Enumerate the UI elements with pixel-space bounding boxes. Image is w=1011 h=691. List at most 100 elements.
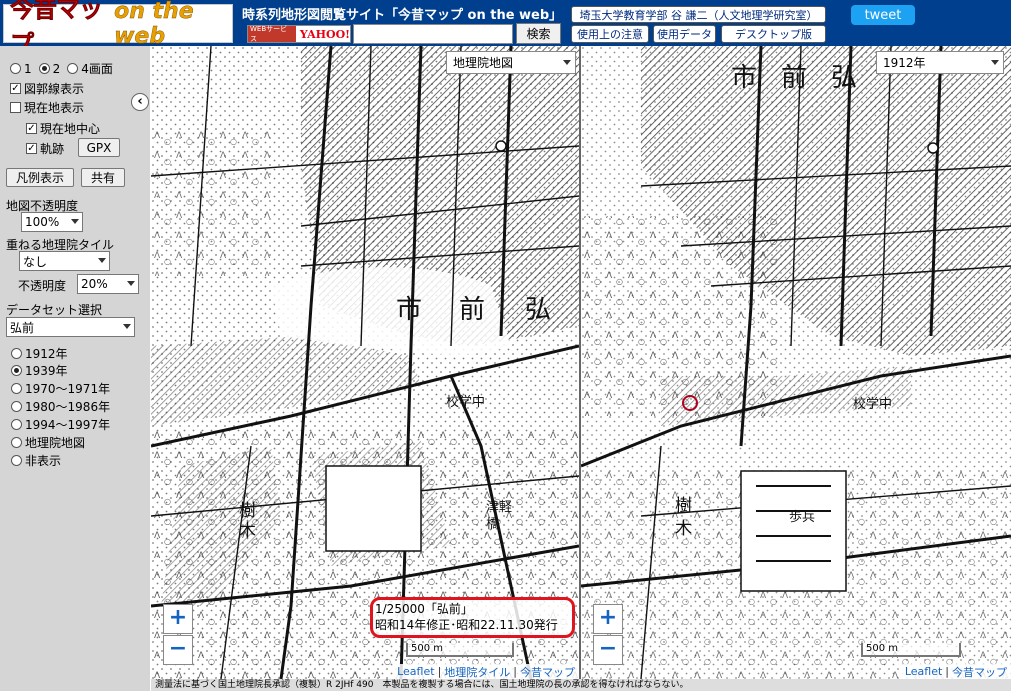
attribution-link[interactable]: Leaflet [397, 665, 434, 678]
overlay-opacity-select[interactable]: 20% [77, 274, 139, 294]
overlay-opacity-value: 20% [81, 277, 108, 291]
checkbox-checked-icon[interactable]: ✓ [10, 83, 21, 94]
yahoo-badge-prefix: WEBサービス [248, 25, 296, 43]
sidebar: ‹ 1 2 4画面 ✓ 図郭線表示 現在地表示 ✓ 現在地中心 ✓ 軌跡 GPX… [0, 46, 150, 691]
map-label: 木 [239, 521, 256, 541]
map-label: 校学中 [446, 394, 485, 410]
map-label: 市 [731, 63, 757, 93]
map-label: 樹 [239, 501, 256, 521]
desktop-version-button[interactable]: デスクトップ版 [721, 25, 826, 43]
tweet-button[interactable]: tweet [851, 5, 915, 25]
period-label: 地理院地図 [25, 436, 86, 450]
center-current-toggle[interactable]: ✓ 現在地中心 [26, 120, 100, 137]
attribution-separator: | [945, 665, 949, 678]
right-layer-value: 1912年 [883, 56, 926, 70]
current-location-label: 現在地表示 [24, 101, 85, 115]
attribution-link[interactable]: 地理院タイル [444, 664, 510, 680]
center-current-label: 現在地中心 [40, 122, 101, 136]
yahoo-badge-label: YAHOO! [299, 27, 350, 41]
period-option[interactable]: 1970～1971年 [11, 380, 110, 397]
attribution-separator: | [513, 665, 517, 678]
radio-selected-icon[interactable] [38, 63, 50, 74]
search-button[interactable]: 検索 [516, 23, 561, 44]
map-attribution: Leaflet | 地理院タイル | 今昔マップ [393, 664, 579, 679]
period-label: 1994～1997年 [25, 418, 111, 432]
checkbox-checked-icon[interactable]: ✓ [26, 143, 37, 154]
period-option[interactable]: 非表示 [11, 452, 61, 469]
map-label: 樹 [675, 496, 692, 516]
dataset-select[interactable]: 弘前 [6, 317, 135, 337]
map-label: 弘 [525, 295, 551, 325]
site-logo[interactable]: 今昔マップ on the web [3, 0, 233, 58]
chevron-down-icon [98, 258, 106, 263]
collapse-sidebar-icon[interactable]: ‹ [131, 93, 149, 111]
attribution-link[interactable]: 今昔マップ [520, 664, 575, 680]
chevron-down-icon [71, 219, 79, 224]
period-label: 1912年 [25, 347, 68, 361]
period-option[interactable]: 1912年 [11, 345, 68, 362]
map-attribution: Leaflet | 今昔マップ [900, 664, 1011, 680]
screen-mode-2-label: 2 [52, 61, 61, 76]
left-layer-select[interactable]: 地理院地図 [446, 51, 576, 74]
radio-icon[interactable] [10, 63, 21, 74]
overlay-opacity-label: 不透明度 [18, 279, 67, 293]
radio-icon[interactable] [11, 348, 22, 359]
radio-icon[interactable] [11, 437, 22, 448]
map-right-pane[interactable]: ᐱ ○ 市 前 弘 樹 木 校学 [581, 46, 1011, 679]
screen-mode-4-label: 4画面 [81, 62, 113, 76]
radio-icon[interactable] [11, 419, 22, 430]
overlay-select[interactable]: なし [19, 251, 110, 271]
grid-lines-toggle[interactable]: ✓ 図郭線表示 [10, 80, 84, 97]
track-toggle[interactable]: ✓ 軌跡 [26, 140, 64, 157]
opacity-select[interactable]: 100% [21, 212, 83, 232]
checkbox-icon[interactable] [10, 102, 21, 113]
share-button[interactable]: 共有 [81, 168, 125, 187]
info-highlight-outline [370, 597, 575, 638]
period-label: 非表示 [25, 454, 62, 468]
search-input[interactable] [353, 24, 513, 44]
period-option[interactable]: 1994～1997年 [11, 416, 110, 433]
data-used-button[interactable]: 使用データ [653, 25, 716, 43]
track-label: 軌跡 [40, 142, 65, 156]
period-label: 1980～1986年 [25, 400, 111, 414]
zoom-out-button[interactable]: − [593, 635, 623, 665]
yahoo-web-service-badge[interactable]: WEBサービス YAHOO! [247, 25, 351, 43]
period-option[interactable]: 1980～1986年 [11, 398, 110, 415]
map-label: 木 [675, 519, 692, 539]
attribution-link[interactable]: 今昔マップ [952, 664, 1007, 680]
old-map-1912-image: ᐱ ○ 市 前 弘 樹 木 校学 [581, 46, 1011, 679]
screen-mode-4[interactable]: 4画面 [67, 60, 113, 77]
period-option[interactable]: 1939年 [11, 362, 68, 379]
attribution-link[interactable]: Leaflet [905, 665, 942, 678]
period-option[interactable]: 地理院地図 [11, 434, 85, 451]
radio-icon[interactable] [11, 455, 22, 466]
university-link-button[interactable]: 埼玉大学教育学部 谷 謙二（人文地理学研究室） [571, 6, 826, 23]
screen-mode-group: 1 2 4画面 [10, 60, 113, 77]
screen-mode-1-label: 1 [24, 61, 32, 76]
zoom-in-button[interactable]: + [163, 604, 193, 634]
radio-selected-icon[interactable] [11, 365, 22, 376]
chevron-down-icon [991, 60, 999, 65]
old-map-1939-image: ᐱ ○ 市 前 [151, 46, 579, 679]
checkbox-checked-icon[interactable]: ✓ [26, 123, 37, 134]
map-label: 橋 [486, 517, 499, 532]
right-layer-select[interactable]: 1912年 [876, 51, 1004, 74]
opacity-value: 100% [25, 215, 60, 229]
zoom-out-button[interactable]: − [163, 635, 193, 665]
map-label: 前 [781, 63, 807, 93]
radio-icon[interactable] [67, 63, 79, 74]
usage-notes-button[interactable]: 使用上の注意 [571, 25, 649, 43]
screen-mode-2[interactable]: 2 [38, 61, 61, 76]
map-left-pane[interactable]: ᐱ ○ 市 前 [151, 46, 579, 679]
current-location-toggle[interactable]: 現在地表示 [10, 99, 84, 116]
location-marker-icon[interactable] [682, 395, 698, 411]
radio-icon[interactable] [11, 401, 22, 412]
legend-button[interactable]: 凡例表示 [6, 168, 74, 187]
radio-icon[interactable] [11, 383, 22, 394]
header-bar: 今昔マップ on the web 時系列地形図閲覧サイト「今昔マップ on th… [0, 0, 1011, 58]
zoom-in-button[interactable]: + [593, 604, 623, 634]
gpx-button[interactable]: GPX [78, 138, 120, 157]
screen-mode-1[interactable]: 1 [10, 62, 32, 76]
logo-sub-text: on the web [114, 0, 194, 49]
scale-bar: 500 m [406, 643, 514, 657]
